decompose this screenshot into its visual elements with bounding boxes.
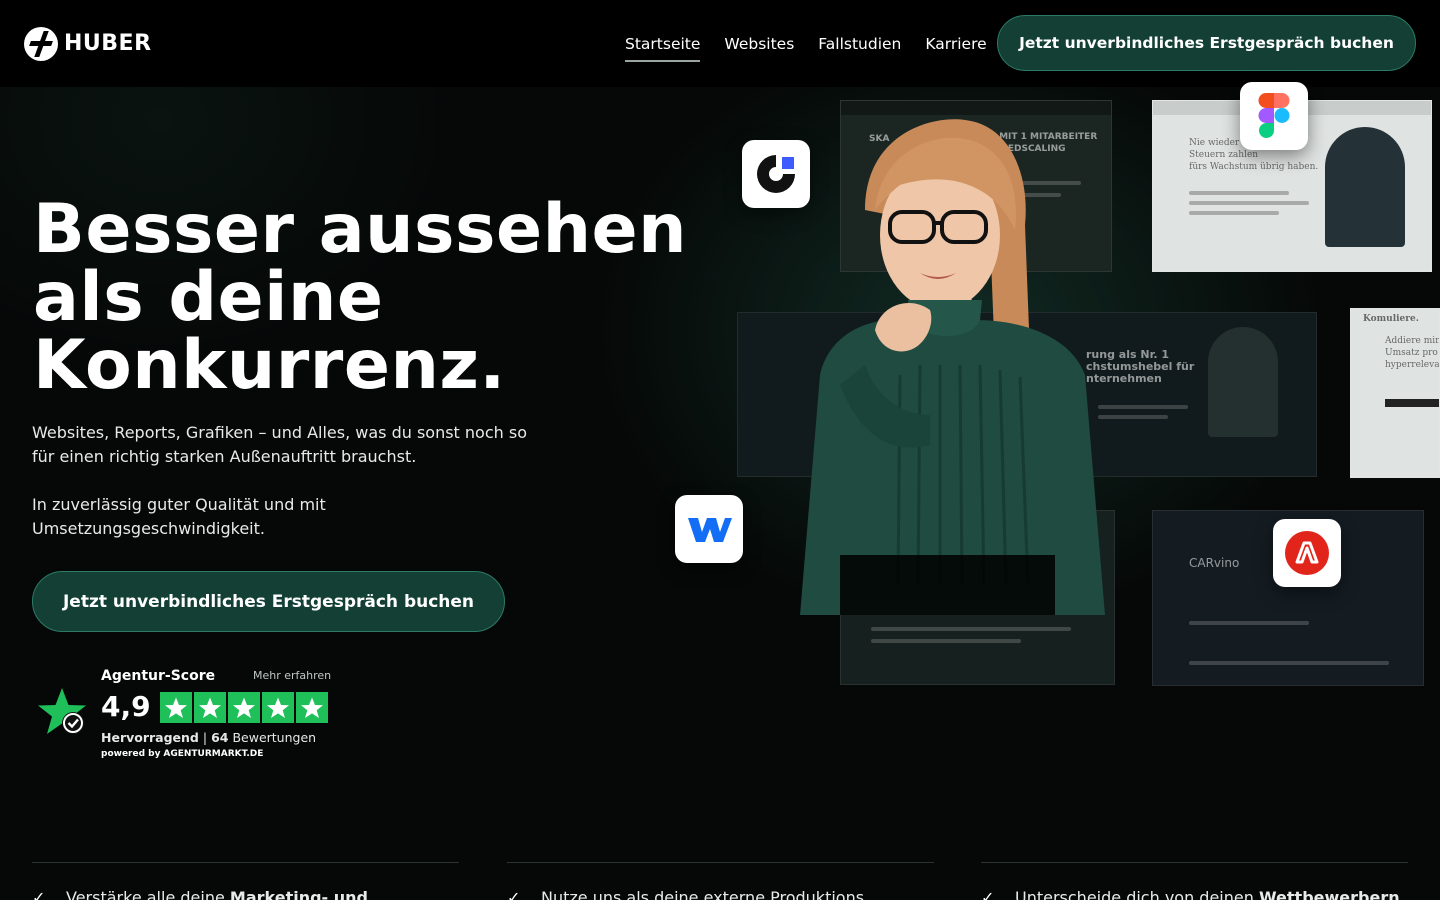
star-icon <box>296 692 328 723</box>
feature-production: ✓ Nutze uns als deine externe Produktion… <box>507 862 934 900</box>
hero-portrait <box>800 119 1105 615</box>
feature-bold: Wettbewerbern <box>1258 888 1400 900</box>
check-icon: ✓ <box>507 888 521 900</box>
rating-title: Agentur-Score <box>101 668 216 684</box>
star-icon <box>160 692 192 723</box>
hero-subtitle: Websites, Reports, Grafiken – und Alles,… <box>32 423 527 466</box>
nav-item-karriere[interactable]: Karriere <box>925 0 986 87</box>
rating-more-link[interactable]: Mehr erfahren <box>253 669 331 682</box>
nav-item-websites[interactable]: Websites <box>724 0 794 87</box>
feature-text: Unterscheide dich von deinen <box>1015 888 1259 900</box>
feature-text: Verstärke alle deine <box>66 888 230 900</box>
feature-bold: Marketing- und <box>229 888 368 900</box>
adobe-icon <box>1273 519 1341 587</box>
agency-score-widget[interactable]: Agentur-Score Mehr erfahren 4,9 Hervorra… <box>36 664 336 764</box>
mockup-text: CARvino <box>1189 556 1240 570</box>
verified-star-icon <box>38 688 86 734</box>
rating-powered-by: powered by AGENTURMARKT.DE <box>101 749 263 759</box>
nav-item-fallstudien[interactable]: Fallstudien <box>818 0 901 87</box>
hero-title: Besser aussehen als deine Konkurrenz. <box>33 196 733 400</box>
rating-stars <box>160 692 328 723</box>
star-icon <box>228 692 260 723</box>
brand-name: HUBER <box>64 31 152 56</box>
star-icon <box>262 692 294 723</box>
feature-competition: ✓ Unterscheide dich von deinen Wettbewer… <box>981 862 1408 900</box>
brand-logo[interactable]: HUBER <box>24 26 152 61</box>
mockup-text: Addiere mind Umsatz pro M hyperrelevan <box>1385 336 1440 370</box>
star-icon <box>194 692 226 723</box>
hero-title-line: Konkurrenz. <box>33 326 506 405</box>
site-header: HUBER Startseite Websites Fallstudien Ka… <box>0 0 1440 87</box>
check-icon: ✓ <box>981 888 995 900</box>
mockup-revenue: Komuliere. Addiere mind Umsatz pro M hyp… <box>1350 308 1440 478</box>
feature-marketing: ✓ Verstärke alle deine Marketing- und <box>32 862 459 900</box>
powered-brand: AGENTURMARKT.DE <box>163 749 264 759</box>
mockup-text: Komuliere. <box>1363 314 1419 324</box>
hero-subtitle-quality: In zuverlässig guter Qualität und mit Um… <box>32 495 326 538</box>
cargo-icon <box>742 140 810 208</box>
check-icon: ✓ <box>32 888 46 900</box>
nav-item-startseite[interactable]: Startseite <box>625 0 701 87</box>
rating-count-label: Bewertungen <box>232 730 317 745</box>
figma-icon <box>1240 82 1308 150</box>
webflow-icon <box>675 495 743 563</box>
huber-logo-icon <box>24 26 58 61</box>
rating-summary: Hervorragend | 64 Bewertungen <box>101 730 317 745</box>
main-nav: Startseite Websites Fallstudien Karriere <box>625 0 987 87</box>
hero-booking-button[interactable]: Jetzt unverbindliches Erstgespräch buche… <box>32 571 505 632</box>
header-booking-button[interactable]: Jetzt unverbindliches Erstgespräch buche… <box>997 15 1416 71</box>
feature-text: Nutze uns als deine externe Produktions <box>541 888 865 900</box>
powered-prefix: powered by <box>101 749 161 759</box>
hero-title-line: als deine <box>33 258 384 337</box>
rating-verdict: Hervorragend <box>101 730 199 745</box>
rating-count: 64 <box>211 730 229 745</box>
hero-title-line: Besser aussehen <box>33 190 688 269</box>
rating-score: 4,9 <box>101 690 151 723</box>
